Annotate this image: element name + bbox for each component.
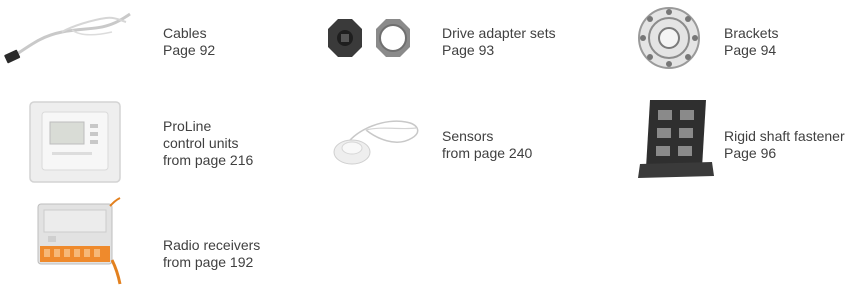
item-page: Page 94 — [724, 42, 777, 58]
item-page: Page 93 — [442, 42, 495, 58]
control-unit-icon — [29, 101, 121, 183]
item-title: Rigid shaft fastener — [724, 128, 845, 144]
item-page: from page 192 — [163, 254, 254, 270]
item-title: ProLine — [163, 118, 212, 134]
radio-receiver-icon — [37, 197, 122, 285]
item-title: Cables — [163, 25, 207, 41]
item-page: Page 96 — [724, 145, 777, 161]
shaft-fastener-icon — [638, 100, 714, 178]
item-page: Page 92 — [163, 42, 216, 58]
drive-adapter-icon — [328, 19, 410, 57]
item-page: from page 240 — [442, 145, 533, 161]
item-title: Brackets — [724, 25, 779, 41]
item-title: Drive adapter sets — [442, 25, 556, 41]
sensor-icon — [333, 120, 419, 165]
cable-icon — [4, 12, 131, 64]
item-page: from page 216 — [163, 152, 254, 168]
item-title: Sensors — [442, 128, 494, 144]
item-title: Radio receivers — [163, 237, 261, 253]
bracket-icon — [638, 7, 700, 69]
item-subtitle: control units — [163, 135, 239, 151]
